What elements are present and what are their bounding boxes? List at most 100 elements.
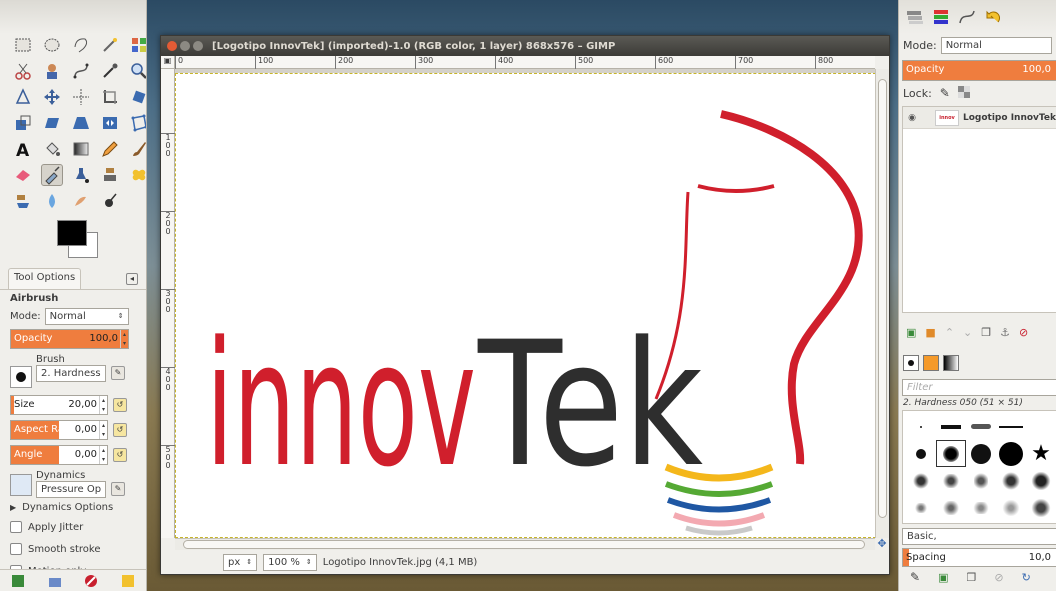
brush-item[interactable] [996,413,1026,440]
apply-jitter-box[interactable] [10,521,22,533]
bucket-fill-tool[interactable] [41,138,63,160]
star-brush-icon[interactable]: ★ [1026,440,1056,467]
cage-transform-tool[interactable] [128,112,146,134]
vertical-ruler[interactable]: 1 0 0 2 0 0 3 0 0 4 0 0 5 0 0 [161,69,175,538]
brush-item[interactable] [966,413,996,440]
maximize-window-icon[interactable] [193,41,203,51]
angle-spin-icon[interactable]: ▴ ▾ [99,446,107,464]
scale-tool[interactable] [12,112,34,134]
color-picker-tool[interactable] [99,60,121,82]
edit-dynamics-icon[interactable]: ✎ [111,482,125,496]
aspect-spin-icon[interactable]: ▴ ▾ [99,421,107,439]
fuzzy-select-tool[interactable] [99,34,121,56]
channels-tab-icon[interactable] [931,7,951,27]
tab-menu-button[interactable]: ◂ [126,272,138,285]
restore-options-icon[interactable] [47,573,63,589]
size-spin-icon[interactable]: ▴ ▾ [99,396,107,414]
brush-item[interactable] [906,413,936,440]
layer-row[interactable]: ◉ innov Logotipo InnovTek [903,107,1056,129]
text-tool[interactable]: A [12,138,34,160]
blur-tool[interactable] [41,190,63,212]
ellipse-select-tool[interactable] [41,34,63,56]
lock-pixels-icon[interactable]: ✎ [940,86,950,100]
heal-tool[interactable] [128,164,146,186]
reset-size-icon[interactable]: ↺ [113,398,127,412]
dynamics-icon[interactable] [10,474,32,496]
brush-item[interactable] [1026,467,1056,494]
horizontal-ruler[interactable]: 0 100 200 300 400 500 600 700 800 [175,56,875,69]
unit-combo[interactable]: px ⇕ [223,553,258,571]
gradients-tab-icon[interactable] [943,355,959,371]
paths-tool[interactable] [70,60,92,82]
raise-layer-icon[interactable]: ■ [925,326,935,339]
brush-item[interactable] [936,467,966,494]
brush-item[interactable] [936,413,966,440]
brush-item[interactable] [906,467,936,494]
paintbrush-tool[interactable] [128,138,146,160]
vertical-scrollbar[interactable] [875,69,889,538]
duplicate-layer-icon[interactable]: ❐ [981,326,991,339]
brush-item[interactable] [966,467,996,494]
brush-item[interactable] [966,494,996,521]
blend-tool[interactable] [70,138,92,160]
airbrush-tool[interactable] [41,164,63,186]
brush-item-selected[interactable] [936,440,966,467]
brush-item[interactable] [936,494,966,521]
rotate-tool[interactable] [128,86,146,108]
horizontal-scrollbar[interactable] [175,538,875,550]
undo-tab-icon[interactable] [983,7,1003,27]
paths-tab-icon[interactable] [957,7,977,27]
smooth-stroke-box[interactable] [10,543,22,555]
mode-combo[interactable]: Normal ⇕ [44,307,129,325]
apply-jitter-checkbox[interactable]: Apply Jitter [10,516,140,538]
brush-item[interactable] [906,440,936,467]
smooth-stroke-checkbox[interactable]: Smooth stroke [10,538,140,560]
brush-field[interactable]: 2. Hardness 05 [36,365,106,382]
aspect-slider[interactable]: Aspect Ratio 0,00 ▴ ▾ [10,420,108,440]
shear-tool[interactable] [41,112,63,134]
brush-item[interactable] [966,440,996,467]
dodge-burn-tool[interactable] [99,190,121,212]
clone-tool[interactable] [99,164,121,186]
size-slider[interactable]: Size 20,00 ▴ ▾ [10,395,108,415]
dynamics-field[interactable]: Pressure Opaci [36,481,106,498]
smudge-tool[interactable] [70,190,92,212]
quick-mask-corner-icon[interactable]: ▣ [161,56,175,69]
opacity-slider[interactable]: Opacity 100,0 ▴ ▾ [10,329,129,349]
minimize-window-icon[interactable] [180,41,190,51]
delete-layer-icon[interactable]: ⊘ [1019,326,1028,339]
scissors-tool[interactable] [12,60,34,82]
brush-item[interactable] [996,440,1026,467]
save-options-icon[interactable] [10,573,26,589]
vertical-scroll-thumb[interactable] [878,79,887,518]
canvas-area[interactable]: innov Tek [175,69,876,538]
pencil-tool[interactable] [99,138,121,160]
reset-aspect-icon[interactable]: ↺ [113,423,127,437]
tab-tool-options[interactable]: Tool Options [8,268,82,289]
layers-tab-icon[interactable] [905,7,925,27]
flip-tool[interactable] [99,112,121,134]
new-brush-icon[interactable]: ▣ [938,571,948,584]
brush-item[interactable] [906,494,936,521]
edit-brush-icon[interactable]: ✎ [111,366,125,380]
lock-alpha-icon[interactable] [957,85,970,101]
reset-angle-icon[interactable]: ↺ [113,448,127,462]
zoom-tool[interactable] [128,60,146,82]
layers-opacity-slider[interactable]: Opacity 100,0 [902,60,1056,81]
perspective-tool[interactable] [70,112,92,134]
move-up-icon[interactable]: ⌃ [945,326,954,339]
image-window-titlebar[interactable]: [Logotipo InnovTek] (imported)-1.0 (RGB … [161,36,889,56]
measure-tool[interactable] [12,86,34,108]
duplicate-brush-icon[interactable]: ❐ [966,571,976,584]
delete-options-icon[interactable] [83,573,99,589]
image-canvas[interactable]: innov Tek [175,73,876,538]
move-tool[interactable] [41,86,63,108]
delete-brush-icon[interactable]: ⊘ [994,571,1003,584]
brush-item[interactable] [1026,494,1056,521]
brush-item[interactable] [996,467,1026,494]
brush-item[interactable] [996,494,1026,521]
angle-slider[interactable]: Angle 0,00 ▴ ▾ [10,445,108,465]
horizontal-scroll-thumb[interactable] [183,540,865,549]
align-tool[interactable] [70,86,92,108]
crop-tool[interactable] [99,86,121,108]
